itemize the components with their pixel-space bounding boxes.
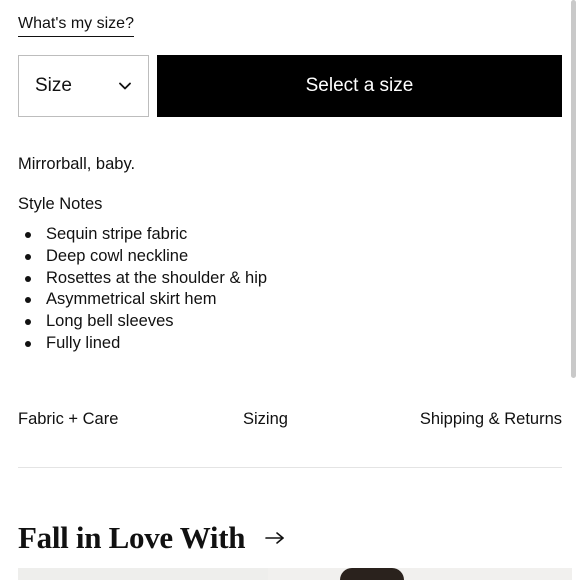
section-divider: [18, 467, 562, 468]
tab-shipping-returns[interactable]: Shipping & Returns: [420, 408, 562, 430]
recommendations-header[interactable]: Fall in Love With: [18, 518, 285, 558]
list-item-text: Long bell sleeves: [46, 312, 174, 331]
whats-my-size-link[interactable]: What's my size?: [18, 14, 134, 37]
scrollbar[interactable]: [571, 0, 576, 378]
size-dropdown-label: Size: [35, 75, 72, 96]
size-dropdown[interactable]: Size: [18, 55, 149, 117]
list-item-text: Rosettes at the shoulder & hip: [46, 268, 268, 287]
tab-sizing[interactable]: Sizing: [243, 408, 288, 430]
list-item: Long bell sleeves: [18, 311, 267, 333]
select-size-button[interactable]: Select a size: [157, 55, 562, 117]
list-item-text: Sequin stripe fabric: [46, 225, 188, 243]
recommendations-title: Fall in Love With: [18, 520, 246, 555]
list-item: Fully lined: [18, 333, 267, 355]
model-image-detail: [340, 568, 404, 580]
style-notes-list: Sequin stripe fabric Deep cowl neckline …: [18, 224, 267, 355]
bullet-icon: [25, 319, 31, 326]
list-item: Sequin stripe fabric: [18, 224, 267, 246]
bullet-icon: [25, 297, 31, 304]
product-details-page: What's my size? Size Select a size Mirro…: [0, 0, 580, 580]
list-item-text: Fully lined: [46, 333, 121, 352]
bullet-icon: [25, 232, 31, 238]
recommendation-images[interactable]: [18, 568, 572, 580]
bullet-icon: [25, 253, 31, 260]
list-item-text: Deep cowl neckline: [46, 246, 189, 265]
chevron-down-icon: [119, 82, 131, 90]
tab-fabric-care[interactable]: Fabric + Care: [18, 408, 118, 430]
bullet-icon: [25, 275, 31, 282]
style-notes-title: Style Notes: [18, 195, 103, 213]
product-image[interactable]: [268, 568, 572, 580]
product-tagline: Mirrorball, baby.: [18, 155, 136, 173]
list-item: Deep cowl neckline: [18, 246, 267, 268]
list-item: Rosettes at the shoulder & hip: [18, 268, 267, 290]
arrow-right-icon: [265, 532, 284, 544]
list-item: Asymmetrical skirt hem: [18, 289, 267, 311]
list-item-text: Asymmetrical skirt hem: [46, 290, 217, 309]
bullet-icon: [25, 340, 31, 347]
info-tabs: Fabric + Care Sizing Shipping & Returns: [18, 408, 562, 432]
